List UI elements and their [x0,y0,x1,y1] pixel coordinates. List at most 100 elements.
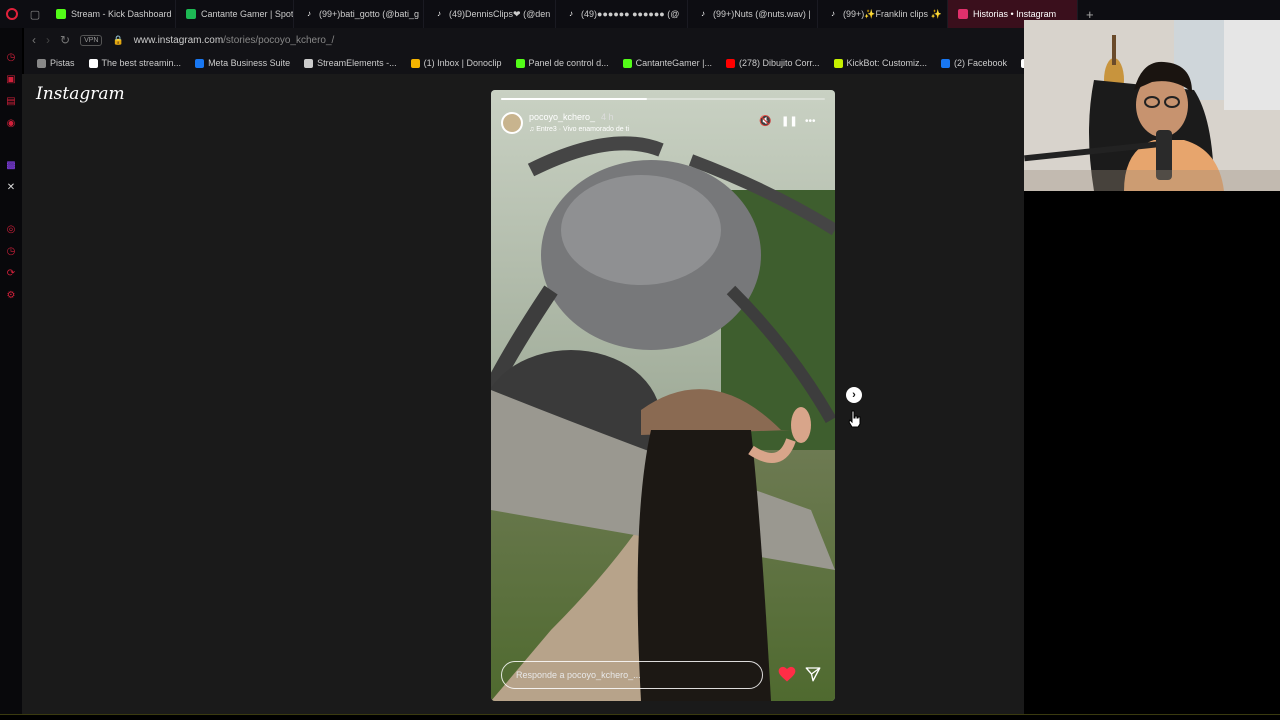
bookmark-favicon-icon [941,58,951,68]
bookmark-label: Meta Business Suite [208,58,291,68]
tab-label: Stream - Kick Dashboard [71,9,172,19]
settings-icon[interactable]: ⚙ [5,290,17,302]
tab-5[interactable]: ♪ (99+)Nuts (@nuts.wav) | [688,0,818,28]
tab-2[interactable]: ♪ (99+)bati_gotto (@bati_g [294,0,424,28]
tiktok-icon: ♪ [831,9,835,18]
tab-1[interactable]: Cantante Gamer | Spotify [176,0,294,28]
bookmark-favicon-icon [37,58,46,68]
taskbar-strip [0,714,1280,720]
bookmark-label: Panel de control d... [528,58,609,68]
bookmark-favicon-icon [410,58,420,68]
bookmark-favicon-icon [195,58,205,68]
mute-icon[interactable]: 🔇 [759,116,771,127]
tab-label: Historias • Instagram [973,9,1057,19]
wallet-icon[interactable]: ▤ [5,96,17,108]
back-icon[interactable]: ‹ [32,33,36,47]
messenger-icon[interactable]: ◉ [5,118,17,130]
address-bar: ‹ › ↻ VPN 🔒 www.instagram.com/stories/po… [24,28,1024,52]
reload-icon[interactable]: ↻ [60,33,70,47]
history-icon[interactable]: ◷ [5,52,17,64]
story-username[interactable]: pocoyo_kchero_ [529,112,595,122]
story-progress-bar [501,98,825,100]
twitch-icon[interactable]: ▩ [5,160,17,172]
story-song[interactable]: ♫ Entre3 · Vivo enamorado de ti [529,126,629,133]
story-viewer[interactable]: pocoyo_kchero_ 4 h ♫ Entre3 · Vivo enamor… [491,90,835,701]
reply-placeholder: Responde a pocoyo_kchero_... [516,670,641,680]
url-field[interactable]: www.instagram.com/stories/pocoyo_kchero_… [134,35,335,46]
bookmark-item[interactable]: Pistas [32,58,80,68]
url-path: /stories/pocoyo_kchero_/ [223,34,335,46]
tab-3[interactable]: ♪ (49)DennisClips❤ (@den [424,0,556,28]
flow-icon[interactable]: ⟳ [5,268,17,280]
tab-0[interactable]: Stream - Kick Dashboard [46,0,176,28]
bookmark-label: Pistas [50,58,75,68]
bookmark-label: (1) Inbox | Donoclip [423,58,502,68]
tiktok-icon: ♪ [437,9,441,18]
reply-input[interactable]: Responde a pocoyo_kchero_... [501,661,763,689]
heart-icon[interactable] [777,664,797,684]
bookmark-item[interactable]: CantanteGamer |... [618,58,717,68]
forward-icon[interactable]: › [46,33,50,47]
bookmark-item[interactable]: The best streamin... [84,58,187,68]
next-story-button[interactable]: › [846,387,862,403]
bookmarks-bar: Pistas The best streamin... Meta Business … [24,52,1024,74]
url-host: www.instagram.com [133,34,224,46]
story-time: 4 h [601,112,614,122]
bookmark-item[interactable]: (1) Inbox | Donoclip [406,58,507,68]
bookmark-label: (2) Facebook [954,58,1008,68]
bookmark-item[interactable]: StreamElements -... [299,58,402,68]
story-header: pocoyo_kchero_ 4 h [529,112,614,122]
shopping-icon[interactable]: ▣ [5,74,17,86]
bookmark-item[interactable]: Fre [1016,58,1024,68]
send-icon[interactable] [804,665,822,683]
story-avatar[interactable] [501,112,523,134]
tab-4[interactable]: ♪ (49)●●●●●● ●●●●●● (@ [556,0,688,28]
tab-label: (49)●●●●●● ●●●●●● (@ [581,9,680,19]
tab-6[interactable]: ♪ (99+)✨Franklin clips ✨ [818,0,948,28]
pause-icon[interactable]: ❚❚ [781,116,798,127]
story-image [491,90,835,701]
bookmark-label: (278) Dibujito Corr... [738,58,820,68]
tab-label: Cantante Gamer | Spotify [201,9,294,19]
bookmark-item[interactable]: Meta Business Suite [190,58,295,68]
player-icon[interactable]: ◎ [5,224,17,236]
tiktok-icon: ♪ [569,9,573,18]
spotify-icon [186,9,196,19]
bookmark-label: StreamElements -... [317,58,397,68]
kick-icon [56,9,66,19]
bookmark-item[interactable]: (2) Facebook [936,58,1012,68]
story-progress-fill [501,98,647,100]
instagram-page: Instagram pocoyo_kchero_ 4 h ♫ Entre3 · … [22,74,1024,714]
x-icon[interactable]: ✕ [5,182,17,194]
bookmark-favicon-icon [304,58,314,68]
opera-logo-icon[interactable] [0,0,24,28]
instagram-icon [958,9,968,19]
tab-label: (99+)✨Franklin clips ✨ [843,8,942,19]
webcam-overlay [1024,20,1280,191]
bookmark-favicon-icon [725,58,735,68]
tiktok-icon: ♪ [307,9,311,18]
music-icon: ♫ [529,126,535,133]
lock-icon: 🔒 [112,34,124,45]
tiktok-icon: ♪ [701,9,705,18]
screen: ▢ Stream - Kick Dashboard Cantante Gamer … [0,0,1280,720]
story-song-label: Entre3 · Vivo enamorado de ti [536,126,630,133]
bookmark-item[interactable]: (278) Dibujito Corr... [721,58,825,68]
tabs-container: Stream - Kick Dashboard Cantante Gamer | … [46,0,1078,28]
bookmark-label: The best streamin... [101,58,182,68]
instagram-logo[interactable]: Instagram [36,84,125,104]
bookmark-favicon-icon [833,58,843,68]
bookmark-item[interactable]: Panel de control d... [511,58,614,68]
more-options-icon[interactable]: ••• [805,116,816,127]
tab-label: (49)DennisClips❤ (@den [449,8,551,19]
tab-label: (99+)Nuts (@nuts.wav) | [713,9,811,19]
vpn-badge[interactable]: VPN [80,34,103,46]
tab-label: (99+)bati_gotto (@bati_g [319,9,419,19]
bookmark-favicon-icon [88,58,98,68]
bookmark-favicon-icon [515,58,525,68]
bookmark-item[interactable]: KickBot: Customiz... [829,58,933,68]
clock-icon[interactable]: ◷ [5,246,17,258]
hand-cursor-icon [848,410,861,428]
browser-sidebar: ◷ ▣ ▤ ◉ ▩ ✕ ◎ ◷ ⟳ ⚙ [0,28,22,720]
tab-menu-icon[interactable]: ▢ [24,0,46,28]
